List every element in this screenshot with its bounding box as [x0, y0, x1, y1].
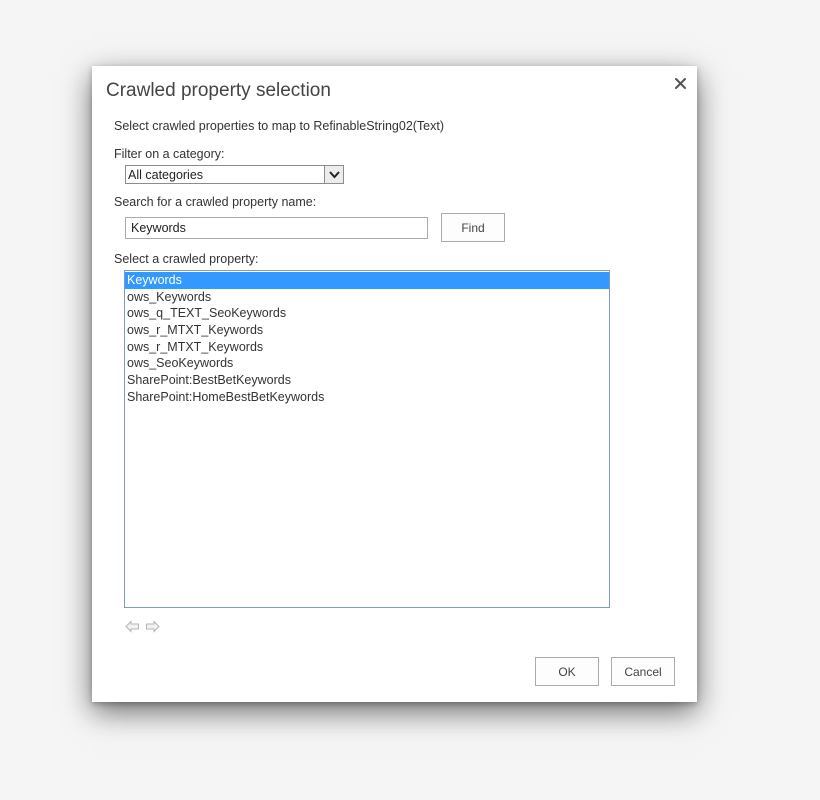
list-item[interactable]: ows_Keywords [125, 289, 609, 306]
list-pager [125, 620, 160, 633]
crawled-property-dialog: Crawled property selection Select crawle… [92, 66, 697, 702]
cancel-button[interactable]: Cancel [611, 657, 675, 686]
chevron-down-icon [324, 166, 343, 183]
filter-label: Filter on a category: [114, 147, 225, 161]
search-label: Search for a crawled property name: [114, 195, 317, 209]
list-label: Select a crawled property: [114, 252, 259, 266]
list-item[interactable]: SharePoint:HomeBestBetKeywords [125, 389, 609, 406]
category-select-value: All categories [128, 168, 204, 182]
close-button[interactable] [669, 72, 691, 94]
list-item[interactable]: ows_r_MTXT_Keywords [125, 322, 609, 339]
list-item[interactable]: ows_r_MTXT_Keywords [125, 339, 609, 356]
list-item[interactable]: SharePoint:BestBetKeywords [125, 372, 609, 389]
arrow-left-icon[interactable] [125, 620, 140, 633]
arrow-right-icon[interactable] [145, 620, 160, 633]
list-item[interactable]: ows_q_TEXT_SeoKeywords [125, 305, 609, 322]
list-item-selected[interactable]: Keywords [125, 272, 609, 289]
find-button[interactable]: Find [441, 213, 505, 242]
ok-button[interactable]: OK [535, 657, 599, 686]
instructions-text: Select crawled properties to map to Refi… [114, 119, 445, 133]
search-input[interactable] [125, 217, 428, 239]
crawled-property-list[interactable]: Keywords ows_Keywords ows_q_TEXT_SeoKeyw… [124, 270, 610, 608]
list-item[interactable]: ows_SeoKeywords [125, 355, 609, 372]
category-select[interactable]: All categories [125, 165, 344, 184]
dialog-title: Crawled property selection [106, 80, 331, 101]
close-icon [674, 77, 686, 89]
